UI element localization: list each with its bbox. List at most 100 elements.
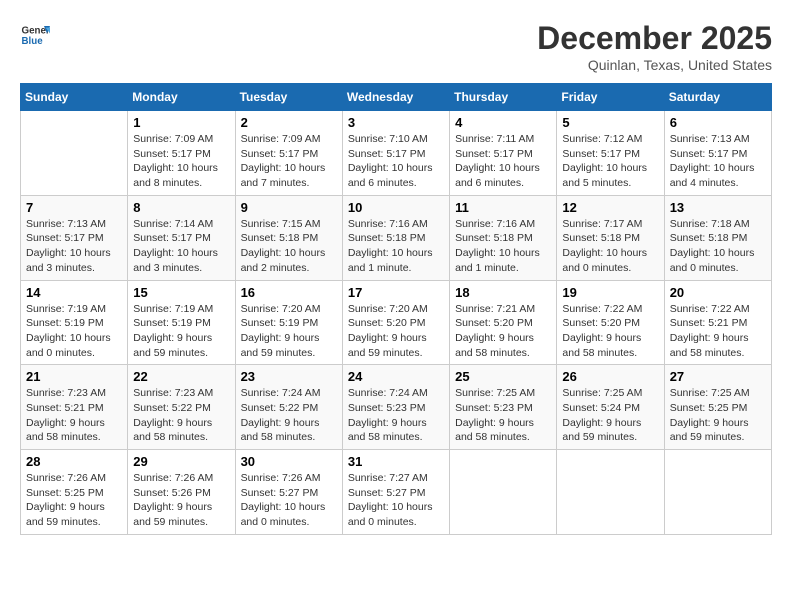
day-cell: 28 Sunrise: 7:26 AM Sunset: 5:25 PM Dayli… [21, 450, 128, 535]
header-day-friday: Friday [557, 84, 664, 111]
day-number: 29 [133, 454, 229, 469]
day-cell: 20 Sunrise: 7:22 AM Sunset: 5:21 PM Dayli… [664, 280, 771, 365]
day-info: Sunrise: 7:20 AM Sunset: 5:19 PM Dayligh… [241, 302, 337, 361]
day-cell: 7 Sunrise: 7:13 AM Sunset: 5:17 PM Daylig… [21, 195, 128, 280]
day-number: 4 [455, 115, 551, 130]
day-number: 7 [26, 200, 122, 215]
day-number: 22 [133, 369, 229, 384]
day-number: 19 [562, 285, 658, 300]
day-cell: 12 Sunrise: 7:17 AM Sunset: 5:18 PM Dayli… [557, 195, 664, 280]
day-number: 12 [562, 200, 658, 215]
day-number: 18 [455, 285, 551, 300]
calendar-table: SundayMondayTuesdayWednesdayThursdayFrid… [20, 83, 772, 535]
day-number: 15 [133, 285, 229, 300]
day-info: Sunrise: 7:19 AM Sunset: 5:19 PM Dayligh… [133, 302, 229, 361]
day-info: Sunrise: 7:26 AM Sunset: 5:25 PM Dayligh… [26, 471, 122, 530]
day-number: 8 [133, 200, 229, 215]
day-number: 21 [26, 369, 122, 384]
day-info: Sunrise: 7:13 AM Sunset: 5:17 PM Dayligh… [26, 217, 122, 276]
day-cell: 30Sunrise: 7:26 AM Sunset: 5:27 PM Dayli… [235, 450, 342, 535]
day-number: 16 [241, 285, 337, 300]
header-day-saturday: Saturday [664, 84, 771, 111]
day-info: Sunrise: 7:25 AM Sunset: 5:24 PM Dayligh… [562, 386, 658, 445]
title-block: December 2025 Quinlan, Texas, United Sta… [537, 20, 772, 73]
day-info: Sunrise: 7:11 AM Sunset: 5:17 PM Dayligh… [455, 132, 551, 191]
day-number: 24 [348, 369, 444, 384]
day-number: 6 [670, 115, 766, 130]
day-number: 1 [133, 115, 229, 130]
header-row: SundayMondayTuesdayWednesdayThursdayFrid… [21, 84, 772, 111]
day-cell: 16 Sunrise: 7:20 AM Sunset: 5:19 PM Dayli… [235, 280, 342, 365]
day-cell: 5Sunrise: 7:12 AM Sunset: 5:17 PM Daylig… [557, 111, 664, 196]
day-cell: 19 Sunrise: 7:22 AM Sunset: 5:20 PM Dayli… [557, 280, 664, 365]
week-row-1: 7 Sunrise: 7:13 AM Sunset: 5:17 PM Daylig… [21, 195, 772, 280]
day-cell: 22 Sunrise: 7:23 AM Sunset: 5:22 PM Dayli… [128, 365, 235, 450]
day-number: 11 [455, 200, 551, 215]
day-cell: 15 Sunrise: 7:19 AM Sunset: 5:19 PM Dayli… [128, 280, 235, 365]
day-cell [664, 450, 771, 535]
header-day-monday: Monday [128, 84, 235, 111]
week-row-0: 1 Sunrise: 7:09 AM Sunset: 5:17 PM Daylig… [21, 111, 772, 196]
week-row-2: 14 Sunrise: 7:19 AM Sunset: 5:19 PM Dayli… [21, 280, 772, 365]
day-number: 26 [562, 369, 658, 384]
header-day-thursday: Thursday [450, 84, 557, 111]
day-info: Sunrise: 7:22 AM Sunset: 5:21 PM Dayligh… [670, 302, 766, 361]
day-number: 27 [670, 369, 766, 384]
calendar-header: SundayMondayTuesdayWednesdayThursdayFrid… [21, 84, 772, 111]
month-title: December 2025 [537, 20, 772, 57]
day-cell: 14 Sunrise: 7:19 AM Sunset: 5:19 PM Dayli… [21, 280, 128, 365]
day-cell: 21 Sunrise: 7:23 AM Sunset: 5:21 PM Dayli… [21, 365, 128, 450]
day-cell: 26 Sunrise: 7:25 AM Sunset: 5:24 PM Dayli… [557, 365, 664, 450]
day-cell [557, 450, 664, 535]
day-cell: 13Sunrise: 7:18 AM Sunset: 5:18 PM Dayli… [664, 195, 771, 280]
logo: General Blue [20, 20, 50, 50]
day-info: Sunrise: 7:10 AM Sunset: 5:17 PM Dayligh… [348, 132, 444, 191]
header-day-wednesday: Wednesday [342, 84, 449, 111]
logo-icon: General Blue [20, 20, 50, 50]
day-cell: 24 Sunrise: 7:24 AM Sunset: 5:23 PM Dayli… [342, 365, 449, 450]
day-info: Sunrise: 7:24 AM Sunset: 5:23 PM Dayligh… [348, 386, 444, 445]
day-info: Sunrise: 7:27 AM Sunset: 5:27 PM Dayligh… [348, 471, 444, 530]
day-info: Sunrise: 7:09 AM Sunset: 5:17 PM Dayligh… [241, 132, 337, 191]
day-number: 28 [26, 454, 122, 469]
day-number: 23 [241, 369, 337, 384]
day-number: 30 [241, 454, 337, 469]
day-number: 10 [348, 200, 444, 215]
day-cell [450, 450, 557, 535]
day-info: Sunrise: 7:15 AM Sunset: 5:18 PM Dayligh… [241, 217, 337, 276]
day-info: Sunrise: 7:22 AM Sunset: 5:20 PM Dayligh… [562, 302, 658, 361]
day-info: Sunrise: 7:23 AM Sunset: 5:21 PM Dayligh… [26, 386, 122, 445]
day-cell [21, 111, 128, 196]
day-cell: 18 Sunrise: 7:21 AM Sunset: 5:20 PM Dayli… [450, 280, 557, 365]
day-cell: 3Sunrise: 7:10 AM Sunset: 5:17 PM Daylig… [342, 111, 449, 196]
day-cell: 23 Sunrise: 7:24 AM Sunset: 5:22 PM Dayli… [235, 365, 342, 450]
day-info: Sunrise: 7:26 AM Sunset: 5:26 PM Dayligh… [133, 471, 229, 530]
day-info: Sunrise: 7:23 AM Sunset: 5:22 PM Dayligh… [133, 386, 229, 445]
day-cell: 9Sunrise: 7:15 AM Sunset: 5:18 PM Daylig… [235, 195, 342, 280]
day-number: 14 [26, 285, 122, 300]
day-info: Sunrise: 7:09 AM Sunset: 5:17 PM Dayligh… [133, 132, 229, 191]
day-number: 25 [455, 369, 551, 384]
day-info: Sunrise: 7:24 AM Sunset: 5:22 PM Dayligh… [241, 386, 337, 445]
week-row-4: 28 Sunrise: 7:26 AM Sunset: 5:25 PM Dayli… [21, 450, 772, 535]
svg-text:Blue: Blue [22, 36, 44, 47]
header-day-tuesday: Tuesday [235, 84, 342, 111]
location: Quinlan, Texas, United States [537, 57, 772, 73]
day-number: 20 [670, 285, 766, 300]
header-day-sunday: Sunday [21, 84, 128, 111]
day-info: Sunrise: 7:19 AM Sunset: 5:19 PM Dayligh… [26, 302, 122, 361]
day-info: Sunrise: 7:17 AM Sunset: 5:18 PM Dayligh… [562, 217, 658, 276]
page-header: General Blue December 2025 Quinlan, Texa… [20, 20, 772, 73]
day-info: Sunrise: 7:25 AM Sunset: 5:25 PM Dayligh… [670, 386, 766, 445]
day-cell: 25 Sunrise: 7:25 AM Sunset: 5:23 PM Dayli… [450, 365, 557, 450]
day-info: Sunrise: 7:13 AM Sunset: 5:17 PM Dayligh… [670, 132, 766, 191]
day-cell: 8 Sunrise: 7:14 AM Sunset: 5:17 PM Daylig… [128, 195, 235, 280]
day-info: Sunrise: 7:21 AM Sunset: 5:20 PM Dayligh… [455, 302, 551, 361]
day-cell: 17Sunrise: 7:20 AM Sunset: 5:20 PM Dayli… [342, 280, 449, 365]
day-cell: 31Sunrise: 7:27 AM Sunset: 5:27 PM Dayli… [342, 450, 449, 535]
day-info: Sunrise: 7:25 AM Sunset: 5:23 PM Dayligh… [455, 386, 551, 445]
day-info: Sunrise: 7:16 AM Sunset: 5:18 PM Dayligh… [348, 217, 444, 276]
day-info: Sunrise: 7:16 AM Sunset: 5:18 PM Dayligh… [455, 217, 551, 276]
calendar-body: 1 Sunrise: 7:09 AM Sunset: 5:17 PM Daylig… [21, 111, 772, 535]
day-info: Sunrise: 7:14 AM Sunset: 5:17 PM Dayligh… [133, 217, 229, 276]
